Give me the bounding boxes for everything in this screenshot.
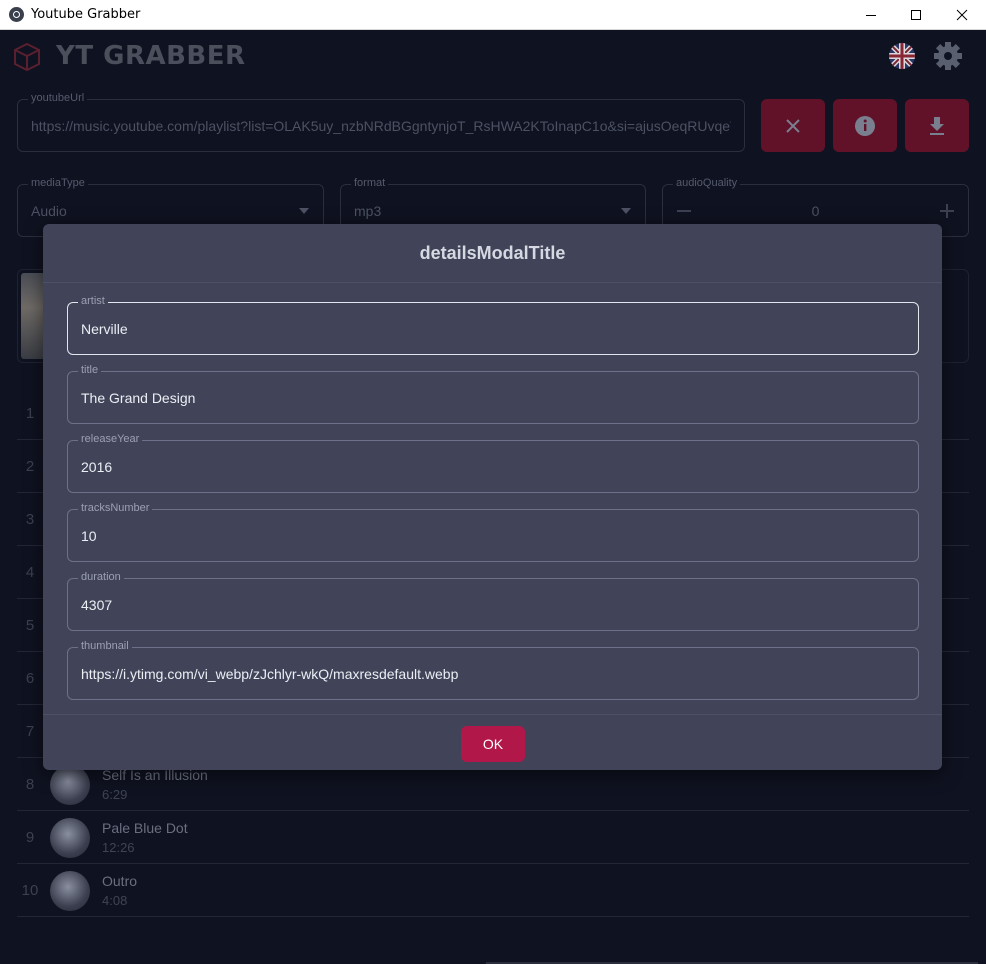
track-duration: 4:08 <box>102 893 128 908</box>
youtube-url-field[interactable]: youtubeUrl https://music.youtube.com/pla… <box>17 92 745 152</box>
modal-field-thumbnail[interactable]: thumbnail <box>67 640 919 700</box>
modal-field-input[interactable] <box>68 303 918 354</box>
track-row[interactable]: 10 Outro 4:08 <box>17 864 969 917</box>
track-number: 4 <box>25 563 35 581</box>
track-thumbnail <box>50 765 90 805</box>
download-button[interactable] <box>905 99 969 152</box>
track-row[interactable]: 9 Pale Blue Dot 12:26 <box>17 811 969 864</box>
track-number: 10 <box>21 881 39 899</box>
modal-field-input[interactable] <box>68 510 918 561</box>
uk-flag-language-icon[interactable] <box>889 43 915 69</box>
maximize-icon <box>911 10 921 20</box>
maximize-button[interactable] <box>893 0 939 30</box>
modal-field-input[interactable] <box>68 648 918 699</box>
track-number: 8 <box>25 775 35 793</box>
modal-field-title[interactable]: title <box>67 364 919 424</box>
modal-field-input[interactable] <box>68 372 918 423</box>
track-thumbnail <box>50 818 90 858</box>
track-title: Outro <box>102 873 138 889</box>
window-title: Youtube Grabber <box>31 7 141 22</box>
dropdown-arrow-icon <box>299 208 309 214</box>
minimize-icon <box>866 15 876 16</box>
details-modal: detailsModalTitle artist title releaseYear… <box>43 224 942 770</box>
modal-footer-divider <box>43 714 942 715</box>
gear-icon[interactable] <box>933 41 963 71</box>
electron-app-icon <box>9 7 24 22</box>
track-title: Pale Blue Dot <box>102 820 188 836</box>
track-duration: 12:26 <box>102 840 135 855</box>
info-icon <box>855 115 875 136</box>
ok-button[interactable]: OK <box>461 726 525 762</box>
track-number: 1 <box>25 404 35 422</box>
track-number: 3 <box>25 510 35 528</box>
modal-field-releaseYear[interactable]: releaseYear <box>67 433 919 493</box>
minimize-button[interactable] <box>848 0 894 30</box>
info-button[interactable] <box>833 99 897 152</box>
track-number: 6 <box>25 669 35 687</box>
track-thumbnail <box>50 871 90 911</box>
track-number: 7 <box>25 722 35 740</box>
track-duration: 6:29 <box>102 787 128 802</box>
close-icon <box>956 9 968 21</box>
app-logo-text: YT GRABBER <box>56 41 246 71</box>
clear-url-button[interactable] <box>761 99 825 152</box>
track-number: 5 <box>25 616 35 634</box>
track-number: 2 <box>25 457 35 475</box>
modal-title: detailsModalTitle <box>43 224 942 283</box>
modal-field-input[interactable] <box>68 441 918 492</box>
modal-field-input[interactable] <box>68 579 918 630</box>
modal-field-tracksNumber[interactable]: tracksNumber <box>67 502 919 562</box>
plus-icon[interactable] <box>940 204 954 218</box>
cube-logo-icon <box>14 42 40 72</box>
close-window-button[interactable] <box>939 0 985 30</box>
dropdown-arrow-icon <box>621 208 631 214</box>
youtube-url-value[interactable]: https://music.youtube.com/playlist?list=… <box>31 100 731 151</box>
window-titlebar: Youtube Grabber <box>0 0 986 30</box>
modal-field-artist[interactable]: artist <box>67 295 919 355</box>
clear-icon <box>786 118 800 133</box>
playlist-thumbnail <box>21 273 45 359</box>
modal-field-duration[interactable]: duration <box>67 571 919 631</box>
download-icon <box>930 116 944 135</box>
track-number: 9 <box>25 828 35 846</box>
